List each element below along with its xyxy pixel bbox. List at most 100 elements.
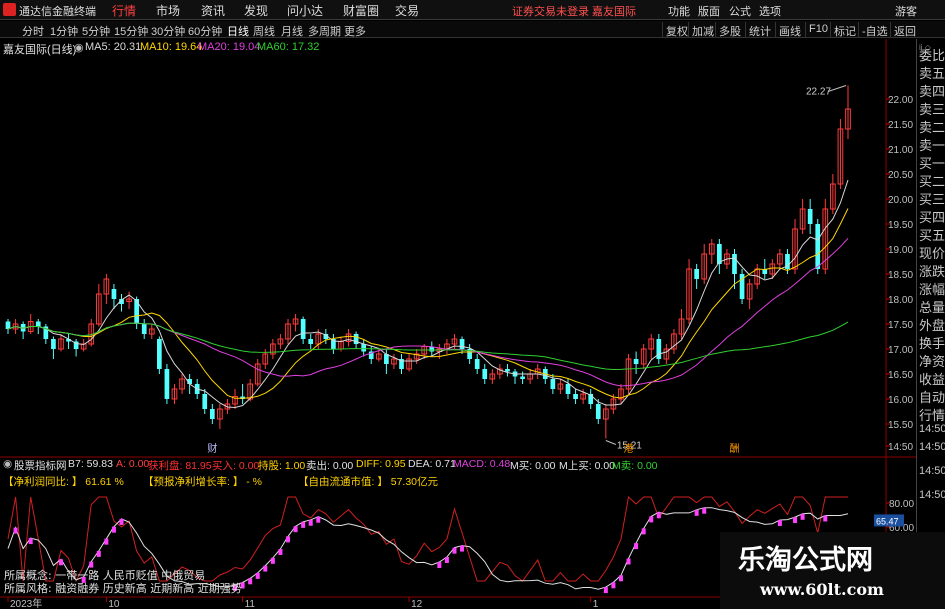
buy-signal-bar <box>611 582 616 589</box>
menu-bar: 通达信金融终端 行情 市场 资讯 发现 问小达 财富圈 交易 证券交易未登录 嘉… <box>0 0 945 20</box>
ma5-line <box>7 179 849 409</box>
buy-signal-bar <box>437 562 442 569</box>
panel-auto[interactable]: 自动 <box>919 387 945 406</box>
candle-body-down <box>520 376 525 379</box>
toolbar-duogu[interactable]: 多股 <box>715 22 744 38</box>
candle-body-down <box>5 321 11 329</box>
menu-gongshi[interactable]: 公式 <box>729 3 751 19</box>
panel-buy5: 买五 <box>919 228 945 243</box>
y-tick-label: 19.00 <box>888 245 913 256</box>
menu-caifuquan[interactable]: 财富圈 <box>343 2 379 19</box>
candle-body-down <box>474 359 480 369</box>
toolbar-tongji[interactable]: 统计 <box>745 22 774 38</box>
panel-time-3: 14:50 <box>919 465 945 477</box>
buy-signal-bar <box>777 519 782 526</box>
legend-settings-icon[interactable]: ◉ <box>74 41 84 54</box>
menu-wenxiaoda[interactable]: 问小达 <box>287 2 323 19</box>
menu-faxian[interactable]: 发现 <box>244 2 268 19</box>
panel-quote[interactable]: 行情 <box>919 405 945 424</box>
menu-hangqing[interactable]: 行情 <box>112 2 136 19</box>
buy-signal-bar <box>702 507 707 514</box>
toolbar-f10[interactable]: F10 <box>805 22 831 37</box>
indicator-name[interactable]: 股票指标网 <box>14 458 67 473</box>
menu-gongneng[interactable]: 功能 <box>668 3 690 19</box>
menu-zixun[interactable]: 资讯 <box>201 2 225 19</box>
ma10-line <box>7 208 849 399</box>
buy-signal-bar <box>694 509 699 516</box>
menu-xuanxiang[interactable]: 选项 <box>759 3 781 19</box>
buy-signal-bar <box>460 545 465 552</box>
buy-signal-bar <box>626 558 631 565</box>
buy-signal-bar <box>800 513 805 520</box>
y-tick-label: 16.50 <box>888 370 913 381</box>
buy-signal-bar <box>119 518 124 525</box>
buy-signal-bar <box>649 516 654 523</box>
indicator-diff: DIFF: 0.95 <box>356 458 406 470</box>
quote-side-panel: ii ◇ 委比 卖五 卖四 卖三 卖二 卖一 买一 买二 买三 买四 买五 现价… <box>916 39 945 459</box>
y-tick-label: 20.00 <box>888 195 913 206</box>
period-15min[interactable]: 15分钟 <box>114 23 148 39</box>
candle-body-down <box>111 289 117 299</box>
candle-body-down <box>35 321 41 327</box>
toolbar-jiajian[interactable]: 加减 <box>688 22 717 38</box>
period-toolbar: 分时 1分钟 5分钟 15分钟 30分钟 60分钟 日线 周线 月线 多周期 更… <box>0 21 945 38</box>
buy-signal-bar <box>96 550 101 557</box>
x-tick-label: 2023年 <box>10 597 42 609</box>
candle-body-down <box>141 324 147 334</box>
indicator-mbuy: M买: 0.00 <box>510 460 556 472</box>
buy-signal-bar <box>823 515 828 522</box>
candle-body-down <box>807 209 813 224</box>
y-tick-label: 17.00 <box>888 345 913 356</box>
menu-banmian[interactable]: 版面 <box>698 3 720 19</box>
period-daily[interactable]: 日线 <box>227 23 249 39</box>
buy-signal-bar <box>248 578 253 585</box>
high-label: 22.27 <box>806 87 831 98</box>
toolbar-fuquan[interactable]: 复权 <box>662 22 691 38</box>
indicator-profit: 获利盘: 81.95 <box>148 460 212 472</box>
buy-signal-bar <box>89 561 94 568</box>
candlestick-chart[interactable]: 22.00 21.50 21.00 20.50 20.00 19.50 19.00 18.50… <box>0 39 916 609</box>
period-60min[interactable]: 60分钟 <box>188 23 222 39</box>
menu-jiaoyi[interactable]: 交易 <box>395 2 419 19</box>
period-30min[interactable]: 30分钟 <box>151 23 185 39</box>
current-value-badge-text: 65.47 <box>876 516 899 526</box>
toolbar-biaoji[interactable]: 标记 <box>830 22 859 38</box>
watermark-banner: 乐淘公式网 www.60lt.com <box>720 532 945 609</box>
panel-change: 涨跌 <box>919 264 945 279</box>
ma60-label: MA60: 17.32 <box>257 41 320 53</box>
period-fenshi[interactable]: 分时 <box>22 23 44 39</box>
period-monthly[interactable]: 月线 <box>281 23 303 39</box>
panel-sell5: 卖五 <box>919 66 945 81</box>
panel-outer: 外盘 <box>919 318 945 333</box>
toolbar-huaxian[interactable]: 画线 <box>775 22 804 38</box>
indicator-msell: M卖: 0.00 <box>612 460 658 472</box>
panel-turnover: 换手 <box>919 336 945 351</box>
candle-body-down <box>459 339 465 349</box>
toolbar-back[interactable]: 返回 <box>890 22 919 38</box>
period-multi[interactable]: 多周期 <box>308 23 341 39</box>
buy-signal-bar <box>634 543 639 550</box>
period-1min[interactable]: 1分钟 <box>50 23 78 39</box>
broker-login-status[interactable]: 证券交易未登录 嘉友国际 <box>512 3 636 19</box>
candle-body-down <box>633 359 639 364</box>
y-tick-label: 18.00 <box>888 295 913 306</box>
candle-body-down <box>51 339 56 349</box>
period-weekly[interactable]: 周线 <box>253 23 275 39</box>
buy-signal-bar <box>263 565 268 572</box>
candle-body-down <box>565 384 571 394</box>
candle-body-down <box>694 269 699 279</box>
menu-shichang[interactable]: 市场 <box>156 2 180 19</box>
stock-name: 嘉友国际(日线) <box>3 44 77 56</box>
period-more[interactable]: 更多 <box>344 23 366 39</box>
buy-signal-bar <box>444 557 449 563</box>
panel-net-assets: 净资 <box>919 354 945 369</box>
panel-buy2: 买二 <box>919 174 945 189</box>
period-5min[interactable]: 5分钟 <box>82 23 110 39</box>
user-guest[interactable]: 游客 <box>895 3 917 19</box>
indicator-icon[interactable]: ◉ <box>3 458 12 470</box>
buy-signal-bar <box>286 536 290 543</box>
indicator-a: A: 0.00 <box>116 458 150 470</box>
toolbar-remove-watchlist[interactable]: -自选 <box>858 22 891 38</box>
x-tick-label: 11 <box>245 599 256 609</box>
candle-body-down <box>595 404 601 419</box>
